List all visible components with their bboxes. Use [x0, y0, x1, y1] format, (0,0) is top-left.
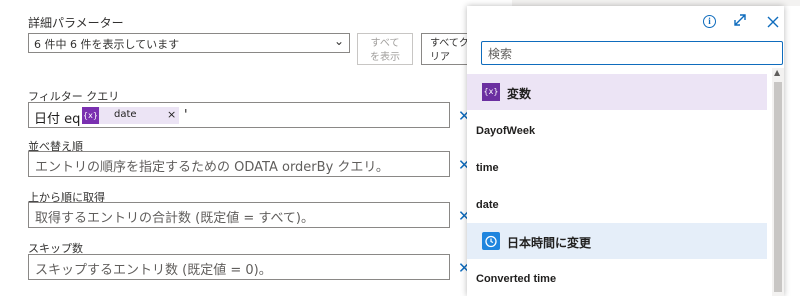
- advanced-parameters-dropdown[interactable]: 6 件中 6 件を表示しています ⌄: [28, 33, 350, 53]
- chevron-down-icon: ⌄: [333, 34, 344, 48]
- section-header-convert-time[interactable]: 日本時間に変更: [467, 223, 767, 259]
- list-item-label: DayofWeek: [476, 125, 536, 137]
- section-label: 変数: [507, 87, 532, 101]
- clock-icon: [482, 232, 500, 250]
- list-item-label: Converted time: [476, 273, 557, 285]
- scrollbar[interactable]: ▲: [772, 68, 784, 296]
- scrollbar-thumb[interactable]: [774, 82, 782, 292]
- expand-icon[interactable]: [733, 12, 747, 31]
- top-count-input[interactable]: 取得するエントリの合計数 (既定値 = すべて)。: [28, 202, 450, 228]
- clear-all-label: すべてクリア: [430, 38, 469, 63]
- search-placeholder: 検索: [488, 47, 513, 61]
- close-icon[interactable]: [767, 13, 779, 32]
- search-input[interactable]: 検索: [481, 41, 783, 65]
- dynamic-content-panel: i 検索 {x} 変数 DayofWeek time date 日本時間に変更 …: [467, 6, 784, 296]
- dropdown-value: 6 件中 6 件を表示しています: [34, 38, 180, 51]
- list-item-date[interactable]: date: [467, 190, 767, 220]
- filter-prefix: 日付 eq ': [34, 112, 89, 127]
- order-by-input[interactable]: エントリの順序を指定するための ODATA orderBy クエリ。: [28, 151, 450, 177]
- section-label: 日本時間に変更: [507, 236, 592, 250]
- token-remove-icon[interactable]: ×: [167, 108, 176, 121]
- show-all-button[interactable]: すべてを表示: [357, 33, 413, 65]
- skip-count-input[interactable]: スキップするエントリ数 (既定値 = 0)。: [28, 254, 450, 280]
- variable-section-icon: {x}: [482, 83, 500, 101]
- token-label: date: [114, 109, 137, 120]
- scroll-up-icon[interactable]: ▲: [774, 68, 780, 77]
- filter-suffix: ': [184, 108, 188, 123]
- order-by-placeholder: エントリの順序を指定するための ODATA orderBy クエリ。: [35, 160, 389, 175]
- filter-query-input[interactable]: 日付 eq ' {x} date × ': [28, 102, 450, 128]
- show-all-label: すべてを表示: [370, 38, 400, 63]
- list-item-dayofweek[interactable]: DayofWeek: [467, 116, 767, 146]
- skip-count-placeholder: スキップするエントリ数 (既定値 = 0)。: [35, 263, 272, 278]
- date-token[interactable]: {x} date ×: [82, 107, 179, 124]
- top-count-placeholder: 取得するエントリの合計数 (既定値 = すべて)。: [35, 211, 315, 226]
- list-item-label: date: [476, 199, 499, 211]
- section-header-variables[interactable]: {x} 変数: [467, 74, 767, 110]
- info-icon[interactable]: i: [703, 15, 716, 28]
- list-item-time[interactable]: time: [467, 153, 767, 183]
- list-item-converted-time[interactable]: Converted time: [467, 264, 767, 294]
- variable-icon: {x}: [82, 107, 99, 124]
- advanced-parameters-title: 詳細パラメーター: [28, 16, 124, 30]
- clear-all-button[interactable]: すべてクリア: [421, 33, 469, 65]
- list-item-label: time: [476, 162, 499, 174]
